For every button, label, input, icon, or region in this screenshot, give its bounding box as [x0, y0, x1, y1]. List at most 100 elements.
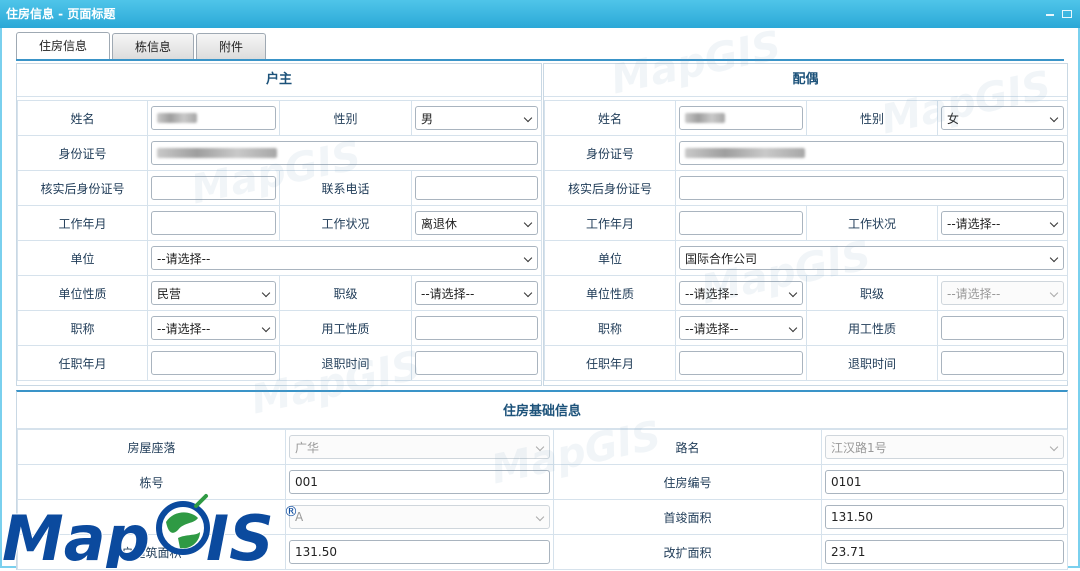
spouse-unit-value: 国际合作公司 [685, 251, 758, 266]
spouse-id-input[interactable] [679, 141, 1064, 165]
owner-form: 姓名 性别 男 身份证号 核实后身份证号 联系电话 工作年月 工作状况 离退休 [17, 100, 542, 381]
spouse-rank-value: --请选择-- [947, 286, 1001, 301]
housing-ext-area-input[interactable]: 23.71 [825, 540, 1064, 564]
tab-underline [16, 59, 1064, 61]
owner-appoint-date-label: 任职年月 [17, 345, 148, 381]
owner-unit-type-label: 单位性质 [17, 275, 148, 311]
globe-icon [156, 494, 210, 555]
spouse-work-status-label: 工作状况 [806, 205, 938, 241]
housing-unit-area-value: 131.50 [295, 545, 337, 559]
spouse-title-label: 职称 [544, 310, 676, 346]
spouse-work-start-label: 工作年月 [544, 205, 676, 241]
spouse-gender-value: 女 [947, 111, 960, 126]
spouse-retire-date-label: 退职时间 [806, 345, 938, 381]
spouse-appoint-date-label: 任职年月 [544, 345, 676, 381]
housing-unit-area-input[interactable]: 131.50 [289, 540, 550, 564]
housing-road-value: 江汉路1号 [831, 440, 887, 455]
housing-type-select[interactable]: A [289, 505, 550, 529]
spouse-verified-id-input[interactable] [679, 176, 1064, 200]
spouse-id-label: 身份证号 [544, 135, 676, 171]
owner-title-value: --请选择-- [157, 321, 211, 336]
owner-gender-select[interactable]: 男 [415, 106, 538, 130]
housing-first-area-value: 131.50 [831, 510, 873, 524]
owner-work-status-select[interactable]: 离退休 [415, 211, 538, 235]
window-controls [1046, 0, 1072, 28]
owner-title-select[interactable]: --请选择-- [151, 316, 276, 340]
spouse-gender-select[interactable]: 女 [941, 106, 1064, 130]
spouse-appoint-date-input[interactable] [679, 351, 803, 375]
housing-ext-area-label: 改扩面积 [553, 534, 822, 570]
spouse-unit-select[interactable]: 国际合作公司 [679, 246, 1064, 270]
housing-building-no-input[interactable]: 001 [289, 470, 550, 494]
owner-unit-label: 单位 [17, 240, 148, 276]
spouse-employment-label: 用工性质 [806, 310, 938, 346]
window-titlebar: 住房信息 - 页面标题 [0, 0, 1080, 28]
owner-work-start-label: 工作年月 [17, 205, 148, 241]
spouse-employment-input[interactable] [941, 316, 1064, 340]
redacted-text [685, 113, 725, 123]
owner-verified-id-label: 核实后身份证号 [17, 170, 148, 206]
redacted-text [157, 148, 277, 158]
redacted-text [157, 113, 197, 123]
spouse-work-start-input[interactable] [679, 211, 803, 235]
spouse-title-value: --请选择-- [685, 321, 739, 336]
spouse-name-input[interactable] [679, 106, 803, 130]
registered-mark: ® [284, 504, 298, 520]
housing-house-no-input[interactable]: 0101 [825, 470, 1064, 494]
owner-phone-input[interactable] [415, 176, 538, 200]
owner-rank-select[interactable]: --请选择-- [415, 281, 538, 305]
svg-text:IS: IS [206, 502, 274, 568]
housing-heading: 住房基础信息 [17, 392, 1067, 429]
housing-location-value: 广华 [295, 440, 320, 455]
housing-road-label: 路名 [553, 429, 822, 465]
owner-rank-value: --请选择-- [421, 286, 475, 301]
mapgis-logo-graphic: Map IS ® [1, 494, 298, 571]
owner-retire-date-label: 退职时间 [279, 345, 412, 381]
owner-unit-type-select[interactable]: 民营 [151, 281, 276, 305]
owner-id-input[interactable] [151, 141, 538, 165]
housing-building-no-value: 001 [295, 475, 318, 489]
owner-phone-label: 联系电话 [279, 170, 412, 206]
spouse-title-select[interactable]: --请选择-- [679, 316, 803, 340]
owner-name-input[interactable] [151, 106, 276, 130]
spouse-heading: 配偶 [544, 64, 1067, 97]
owner-unit-type-value: 民营 [157, 286, 182, 301]
tab-bar: 住房信息 栋信息 附件 [16, 32, 267, 60]
owner-title-label: 职称 [17, 310, 148, 346]
owner-rank-label: 职级 [279, 275, 412, 311]
window-body: 住房信息 栋信息 附件 户主 姓名 性别 男 身份证号 核实后身份证号 联系电话 [0, 28, 1080, 570]
owner-gender-value: 男 [421, 111, 434, 126]
tab-building-info[interactable]: 栋信息 [112, 33, 195, 59]
owner-verified-id-input[interactable] [151, 176, 276, 200]
spouse-work-status-select[interactable]: --请选择-- [941, 211, 1064, 235]
spouse-retire-date-input[interactable] [941, 351, 1064, 375]
owner-work-status-label: 工作状况 [279, 205, 412, 241]
housing-first-area-label: 首竣面积 [553, 499, 822, 535]
tab-housing-info[interactable]: 住房信息 [16, 32, 111, 60]
owner-unit-select[interactable]: --请选择-- [151, 246, 538, 270]
minimize-icon[interactable] [1046, 10, 1056, 19]
spouse-unit-type-label: 单位性质 [544, 275, 676, 311]
housing-house-no-value: 0101 [831, 475, 862, 489]
housing-house-no-label: 住房编号 [553, 464, 822, 500]
spouse-form: 姓名 性别 女 身份证号 核实后身份证号 工作年月 工作状况 --请选择-- 单… [544, 100, 1068, 381]
owner-appoint-date-input[interactable] [151, 351, 276, 375]
spouse-work-status-value: --请选择-- [947, 216, 1001, 231]
owner-retire-date-input[interactable] [415, 351, 538, 375]
svg-text:Map: Map [2, 502, 150, 568]
housing-first-area-input[interactable]: 131.50 [825, 505, 1064, 529]
restore-icon[interactable] [1062, 10, 1072, 18]
window-title: 住房信息 - 页面标题 [6, 7, 116, 21]
tab-attachments[interactable]: 附件 [196, 33, 267, 59]
owner-employment-input[interactable] [415, 316, 538, 340]
housing-location-select[interactable]: 广华 [289, 435, 550, 459]
spouse-unit-type-select[interactable]: --请选择-- [679, 281, 803, 305]
spouse-name-label: 姓名 [544, 100, 676, 136]
housing-road-select[interactable]: 江汉路1号 [825, 435, 1064, 459]
housing-location-label: 房屋座落 [17, 429, 286, 465]
housing-ext-area-value: 23.71 [831, 545, 866, 559]
redacted-text [685, 148, 805, 158]
spouse-rank-select[interactable]: --请选择-- [941, 281, 1064, 305]
owner-heading: 户主 [17, 64, 541, 97]
owner-work-start-input[interactable] [151, 211, 276, 235]
